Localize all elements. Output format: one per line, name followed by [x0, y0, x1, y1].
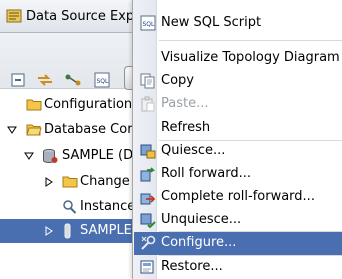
menu-item-label: Roll forward...: [161, 166, 251, 181]
complete-roll-forward-icon: [140, 189, 156, 205]
menu-item-label: Quiesce...: [161, 143, 226, 158]
folder-icon: [62, 174, 78, 192]
menu-item-restore[interactable]: Restore...: [134, 256, 342, 279]
tree-row-label: Database Cor: [44, 122, 133, 137]
roll-forward-icon: [140, 166, 156, 182]
svg-text:SQL: SQL: [97, 78, 110, 85]
menu-item-label: Unquiesce...: [161, 212, 242, 227]
unquiesce-icon: [140, 212, 156, 229]
chevron-down-icon[interactable]: [7, 124, 17, 139]
menu-item-label: Copy: [161, 73, 194, 88]
tree-row-label: Instance: [80, 199, 136, 214]
menu-item-label: New SQL Script: [161, 15, 262, 30]
menu-item-label: Configure...: [161, 235, 237, 250]
menu-item-configure[interactable]: Configure...: [134, 232, 342, 255]
menu-item-complete-roll-forward[interactable]: Complete roll-forward...: [134, 186, 342, 209]
menu-item-refresh[interactable]: Refresh: [134, 117, 342, 140]
database-icon: [42, 148, 58, 168]
menu-item-unquiesce[interactable]: Unquiesce...: [134, 209, 342, 232]
tree-row-label: SAMPLE: [80, 223, 132, 238]
menu-item-roll-forward[interactable]: Roll forward...: [134, 163, 342, 186]
connect-icon[interactable]: [64, 72, 82, 90]
sql-script-icon: SQL: [140, 15, 156, 31]
folder-icon: [26, 97, 42, 115]
restore-icon: [140, 259, 156, 275]
quiesce-icon: [140, 143, 156, 159]
tree-row-label: Change: [80, 174, 130, 189]
chevron-right-icon[interactable]: [44, 176, 54, 191]
menu-item-label: Restore...: [161, 259, 223, 274]
paste-icon: [140, 96, 156, 112]
collapse-all-icon[interactable]: [10, 72, 28, 90]
menu-item-label: Paste...: [161, 96, 209, 111]
view-title: Data Source Exp: [26, 9, 135, 24]
menu-item-quiesce[interactable]: Quiesce...: [134, 140, 342, 163]
tree-row-label: Configuration: [44, 97, 133, 112]
menu-item-label: Visualize Topology Diagram: [161, 50, 340, 65]
new-sql-icon[interactable]: SQL: [94, 72, 112, 90]
menu-item-label: Complete roll-forward...: [161, 189, 315, 204]
chevron-down-icon[interactable]: [24, 150, 34, 165]
chevron-right-icon[interactable]: [44, 225, 54, 240]
context-menu: SQL New SQL Script Visualize Topology Di…: [132, 0, 342, 279]
copy-icon: [140, 73, 156, 89]
instance-icon: [62, 199, 78, 219]
configure-icon: [140, 235, 156, 251]
menu-item-new-sql-script[interactable]: SQL New SQL Script: [134, 12, 342, 35]
link-with-editor-icon[interactable]: [36, 72, 54, 90]
data-source-explorer-icon: [6, 8, 22, 28]
tree-row-label: SAMPLE (DI: [62, 148, 137, 163]
menu-item-label: Refresh: [161, 120, 211, 135]
folder-open-icon: [26, 122, 42, 140]
menu-item-copy[interactable]: Copy: [134, 70, 342, 93]
menu-item-paste[interactable]: Paste...: [134, 93, 342, 116]
database-icon: [62, 223, 74, 243]
menu-item-visualize-topology-diagram[interactable]: Visualize Topology Diagram: [134, 47, 342, 70]
svg-text:SQL: SQL: [143, 21, 156, 28]
menu-separator: [159, 40, 342, 41]
